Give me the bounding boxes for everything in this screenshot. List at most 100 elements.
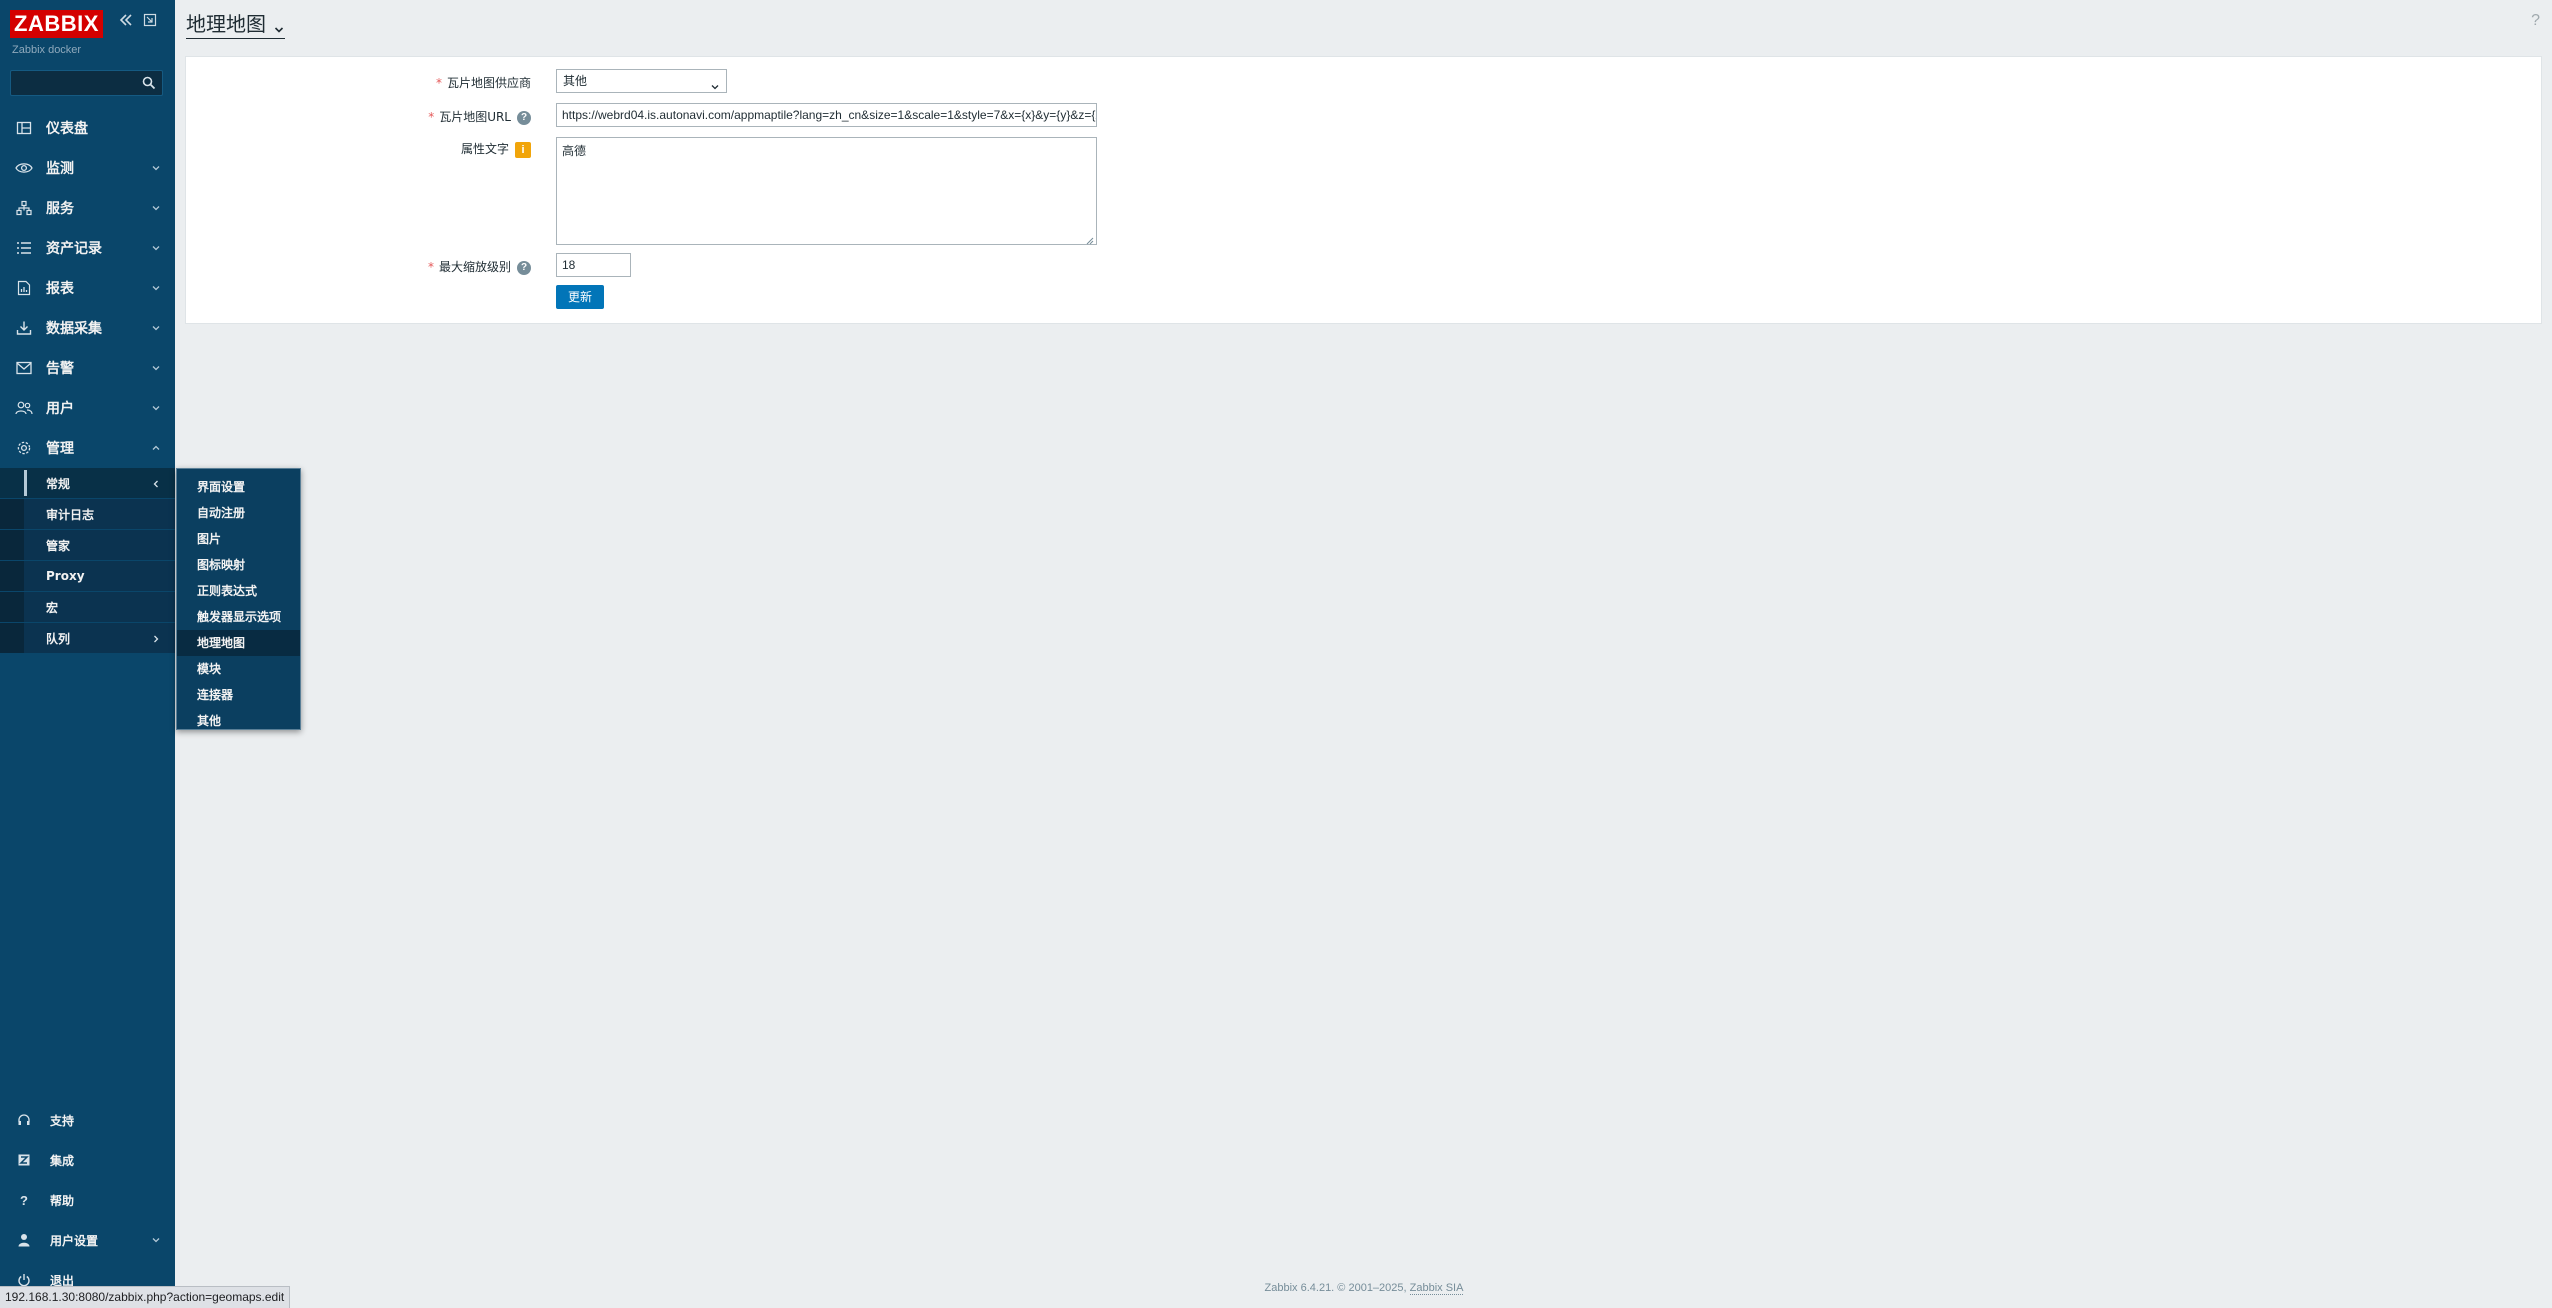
main-menu: 仪表盘 监测 服务 资产记录 报表 数据采集 告警 用户 管理 常规 审计日志 … bbox=[0, 108, 175, 654]
browser-status-bar: 192.168.1.30:8080/zabbix.php?action=geom… bbox=[0, 1286, 291, 1308]
page-header: 地理地图 ? bbox=[176, 0, 2552, 46]
chevron-down-icon bbox=[151, 202, 161, 212]
submenu-label: 管家 bbox=[46, 538, 71, 553]
attribution-textarea[interactable]: 高德 bbox=[556, 137, 1097, 245]
menu-item-administration[interactable]: 管理 bbox=[0, 428, 175, 468]
bottom-menu: 支持 集成 ? 帮助 用户设置 退出 bbox=[0, 1100, 175, 1300]
menu-item-services[interactable]: 服务 bbox=[0, 188, 175, 228]
submenu-label: 审计日志 bbox=[46, 507, 95, 522]
eye-icon bbox=[14, 158, 34, 178]
menu-label: 告警 bbox=[46, 361, 74, 377]
menu-label: 用户 bbox=[46, 401, 74, 417]
services-icon bbox=[14, 198, 34, 218]
menu-item-users[interactable]: 用户 bbox=[0, 388, 175, 428]
menu-label: 报表 bbox=[46, 281, 74, 297]
menu-label: 资产记录 bbox=[46, 241, 102, 257]
menu-label: 服务 bbox=[46, 201, 74, 217]
brand: ZABBIX bbox=[10, 10, 103, 38]
menu-label: 集成 bbox=[50, 1153, 75, 1168]
flyout-item-connectors[interactable]: 连接器 bbox=[177, 682, 300, 708]
general-flyout-menu: 界面设置 自动注册 图片 图标映射 正则表达式 触发器显示选项 地理地图 模块 … bbox=[176, 468, 301, 730]
integrations-icon bbox=[14, 1150, 34, 1170]
page-title: 地理地图 bbox=[186, 12, 266, 36]
sidebar: ZABBIX Zabbix docker 仪表盘 监测 服务 资产记录 报表 数… bbox=[0, 0, 175, 1308]
menu-label: 监测 bbox=[46, 161, 74, 177]
submenu-item-general[interactable]: 常规 bbox=[0, 468, 175, 499]
submenu-item-housekeeping[interactable]: 管家 bbox=[0, 530, 175, 561]
help-icon[interactable]: ? bbox=[517, 110, 531, 125]
menu-label: 管理 bbox=[46, 441, 74, 457]
flyout-item-trigger-display[interactable]: 触发器显示选项 bbox=[177, 604, 300, 630]
update-button[interactable]: 更新 bbox=[556, 285, 604, 309]
chevron-down-icon bbox=[151, 162, 161, 172]
flyout-item-other[interactable]: 其他 bbox=[177, 708, 300, 734]
provider-label: * 瓦片地图供应商 bbox=[435, 76, 531, 90]
flyout-item-gui[interactable]: 界面设置 bbox=[177, 474, 300, 500]
submenu-item-macros[interactable]: 宏 bbox=[0, 592, 175, 623]
chevron-right-icon bbox=[151, 633, 161, 643]
help-icon[interactable]: ? bbox=[2531, 12, 2540, 30]
menu-item-help[interactable]: ? 帮助 bbox=[0, 1180, 175, 1220]
menu-item-reports[interactable]: 报表 bbox=[0, 268, 175, 308]
flyout-item-geomaps[interactable]: 地理地图 bbox=[177, 630, 300, 656]
page-title-dropdown[interactable]: 地理地图 bbox=[186, 8, 285, 39]
report-icon bbox=[14, 278, 34, 298]
menu-item-inventory[interactable]: 资产记录 bbox=[0, 228, 175, 268]
menu-item-support[interactable]: 支持 bbox=[0, 1100, 175, 1140]
menu-item-integrations[interactable]: 集成 bbox=[0, 1140, 175, 1180]
search-input[interactable] bbox=[11, 71, 136, 95]
menu-label: 帮助 bbox=[50, 1193, 75, 1208]
provider-select[interactable]: 其他 bbox=[556, 69, 727, 93]
flyout-item-images[interactable]: 图片 bbox=[177, 526, 300, 552]
chevron-left-icon bbox=[151, 478, 161, 488]
users-icon bbox=[14, 398, 34, 418]
submenu-label: 常规 bbox=[46, 476, 71, 491]
footer-link[interactable]: Zabbix SIA bbox=[1409, 1282, 1464, 1295]
submenu-label: 宏 bbox=[46, 600, 59, 615]
kiosk-mode-icon[interactable] bbox=[140, 12, 160, 32]
menu-label: 数据采集 bbox=[46, 321, 102, 337]
footer: Zabbix 6.4.21. © 2001–2025, Zabbix SIA bbox=[176, 1282, 2552, 1295]
url-label: * 瓦片地图URL? bbox=[428, 108, 531, 125]
administration-submenu: 常规 审计日志 管家 Proxy 宏 队列 bbox=[0, 468, 175, 654]
url-input[interactable]: https://webrd04.is.autonavi.com/appmapti… bbox=[556, 103, 1097, 127]
list-icon bbox=[14, 238, 34, 258]
dashboard-icon bbox=[14, 118, 34, 138]
flyout-item-icon-mapping[interactable]: 图标映射 bbox=[177, 552, 300, 578]
resize-grip-icon[interactable] bbox=[1086, 234, 1094, 245]
flyout-item-modules[interactable]: 模块 bbox=[177, 656, 300, 682]
chevron-down-icon bbox=[151, 362, 161, 372]
chevron-down-icon bbox=[710, 77, 720, 90]
menu-label: 用户设置 bbox=[50, 1233, 99, 1248]
warning-icon[interactable]: i bbox=[515, 141, 531, 158]
menu-item-data-collection[interactable]: 数据采集 bbox=[0, 308, 175, 348]
submenu-item-proxy[interactable]: Proxy bbox=[0, 561, 175, 592]
headset-icon bbox=[14, 1110, 34, 1130]
menu-item-monitoring[interactable]: 监测 bbox=[0, 148, 175, 188]
collapse-sidebar-icon[interactable] bbox=[116, 12, 136, 32]
menu-item-user-settings[interactable]: 用户设置 bbox=[0, 1220, 175, 1260]
geomaps-form: * 瓦片地图供应商 其他 * 瓦片地图URL? https://webrd04.is… bbox=[185, 56, 2542, 324]
submenu-item-queue[interactable]: 队列 bbox=[0, 623, 175, 654]
chevron-down-icon bbox=[151, 282, 161, 292]
chevron-down-icon bbox=[273, 17, 285, 33]
search-box bbox=[10, 70, 163, 96]
max-zoom-input[interactable]: 18 bbox=[556, 253, 631, 277]
menu-item-alerts[interactable]: 告警 bbox=[0, 348, 175, 388]
user-icon bbox=[14, 1230, 34, 1250]
flyout-item-autoregistration[interactable]: 自动注册 bbox=[177, 500, 300, 526]
menu-label: 支持 bbox=[50, 1113, 75, 1128]
submenu-label: 队列 bbox=[46, 631, 71, 646]
search-icon[interactable] bbox=[142, 76, 156, 90]
submenu-item-audit-log[interactable]: 审计日志 bbox=[0, 499, 175, 530]
flyout-item-regex[interactable]: 正则表达式 bbox=[177, 578, 300, 604]
chevron-down-icon bbox=[151, 322, 161, 332]
chevron-down-icon bbox=[151, 1234, 161, 1244]
question-icon: ? bbox=[20, 1192, 28, 1208]
zabbix-logo[interactable]: ZABBIX bbox=[10, 10, 103, 38]
menu-item-dashboard[interactable]: 仪表盘 bbox=[0, 108, 175, 148]
server-name: Zabbix docker bbox=[12, 44, 82, 56]
help-icon[interactable]: ? bbox=[517, 260, 531, 275]
gear-icon bbox=[14, 438, 34, 458]
envelope-icon bbox=[14, 358, 34, 378]
